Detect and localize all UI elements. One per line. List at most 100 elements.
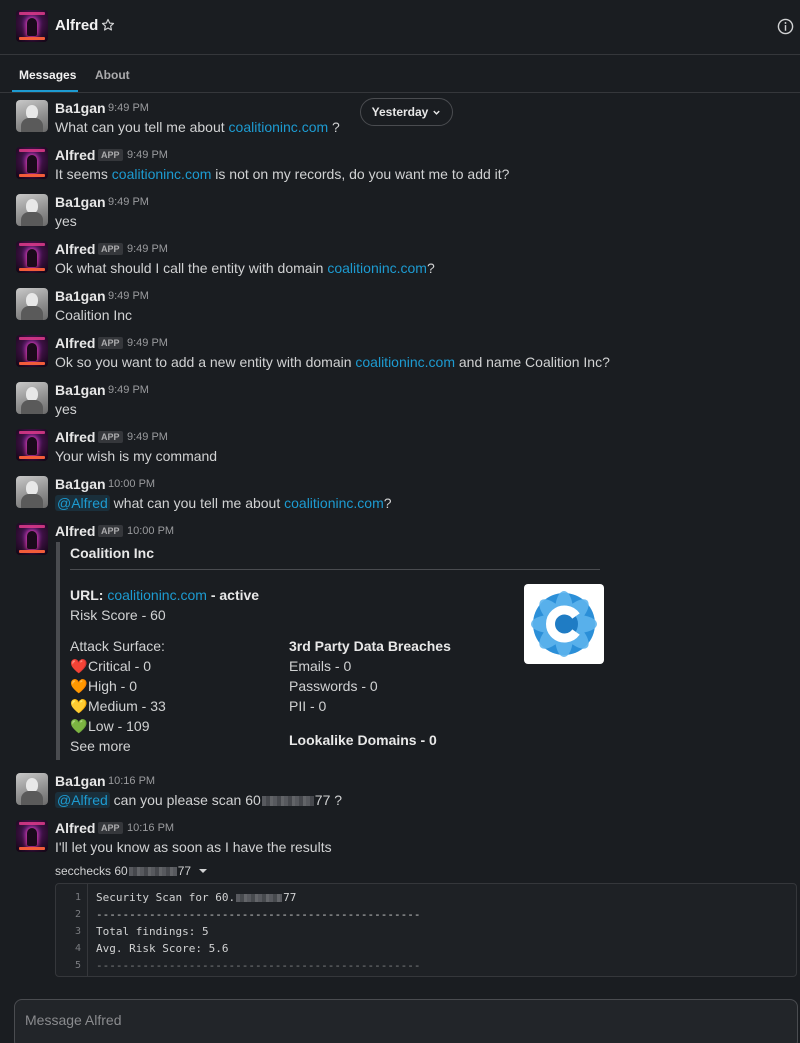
timestamp[interactable]: 9:49 PM bbox=[108, 290, 149, 302]
line-number: 1 bbox=[74, 892, 81, 903]
sender-name[interactable]: Ba1gan bbox=[55, 288, 106, 304]
caret-down-icon bbox=[199, 869, 208, 873]
message-text: Ok so you want to add a new entity with … bbox=[55, 354, 610, 370]
severity-low: 💚Low - 109 bbox=[70, 718, 150, 734]
line-number: 2 bbox=[74, 909, 81, 920]
domain-link[interactable]: coalitioninc.com bbox=[327, 260, 427, 276]
domain-link[interactable]: coalitioninc.com bbox=[112, 166, 212, 182]
app-badge: APP bbox=[98, 149, 123, 161]
sender-name[interactable]: Alfred bbox=[55, 429, 95, 445]
bot-avatar[interactable] bbox=[16, 10, 48, 42]
user-mention[interactable]: @Alfred bbox=[55, 495, 110, 511]
lookalike-domains: Lookalike Domains - 0 bbox=[289, 732, 437, 748]
tab-messages[interactable]: Messages bbox=[19, 68, 76, 82]
timestamp[interactable]: 10:00 PM bbox=[127, 525, 174, 537]
message-text: @Alfred can you please scan 60 77 ? bbox=[55, 792, 343, 808]
timestamp[interactable]: 9:49 PM bbox=[127, 149, 168, 161]
tab-about[interactable]: About bbox=[95, 68, 130, 82]
tab-bar: Messages About bbox=[0, 56, 800, 93]
timestamp[interactable]: 9:49 PM bbox=[108, 102, 149, 114]
timestamp[interactable]: 10:16 PM bbox=[108, 775, 155, 787]
domain-link[interactable]: coalitioninc.com bbox=[284, 495, 384, 511]
date-divider-button[interactable]: Yesterday bbox=[360, 98, 453, 126]
app-badge: APP bbox=[98, 822, 123, 834]
breach-emails: Emails - 0 bbox=[289, 658, 352, 674]
bot-avatar[interactable] bbox=[16, 429, 48, 461]
bot-avatar[interactable] bbox=[16, 523, 48, 555]
sender-name[interactable]: Ba1gan bbox=[55, 773, 106, 789]
url-line: URL: coalitioninc.com - active bbox=[70, 587, 260, 603]
app-badge: APP bbox=[98, 337, 123, 349]
sender-name[interactable]: Alfred bbox=[55, 335, 95, 351]
message-text: Your wish is my command bbox=[55, 448, 218, 464]
sender-name[interactable]: Ba1gan bbox=[55, 476, 106, 492]
coalition-logo-thumbnail[interactable] bbox=[524, 584, 604, 664]
star-icon[interactable] bbox=[101, 18, 115, 32]
attachment-divider bbox=[70, 569, 600, 570]
user-avatar[interactable] bbox=[16, 382, 48, 414]
code-line: Total findings: 5 bbox=[96, 925, 209, 938]
see-more-link[interactable]: See more bbox=[70, 738, 131, 754]
yellow-heart-icon: 💛 bbox=[70, 698, 88, 714]
bot-avatar[interactable] bbox=[16, 335, 48, 367]
timestamp[interactable]: 9:49 PM bbox=[127, 337, 168, 349]
app-badge: APP bbox=[98, 243, 123, 255]
info-icon[interactable] bbox=[777, 18, 794, 35]
line-number: 5 bbox=[74, 960, 81, 971]
domain-link[interactable]: coalitioninc.com bbox=[107, 587, 207, 603]
green-heart-icon: 💚 bbox=[70, 718, 88, 734]
line-number: 4 bbox=[74, 943, 81, 954]
code-line: ----------------------------------------… bbox=[96, 959, 421, 972]
sender-name[interactable]: Alfred bbox=[55, 147, 95, 163]
domain-link[interactable]: coalitioninc.com bbox=[229, 119, 329, 135]
message-text: It seems coalitioninc.com is not on my r… bbox=[55, 166, 510, 182]
risk-score: Risk Score - 60 bbox=[70, 607, 166, 623]
channel-title[interactable]: Alfred bbox=[55, 17, 98, 34]
sender-name[interactable]: Alfred bbox=[55, 523, 95, 539]
timestamp[interactable]: 9:49 PM bbox=[108, 384, 149, 396]
sender-name[interactable]: Ba1gan bbox=[55, 194, 106, 210]
entity-attachment: Coalition Inc URL: coalitioninc.com - ac… bbox=[56, 542, 606, 760]
bot-avatar[interactable] bbox=[16, 147, 48, 179]
code-line: Avg. Risk Score: 5.6 bbox=[96, 942, 229, 955]
severity-high: 🧡High - 0 bbox=[70, 678, 138, 694]
user-avatar[interactable] bbox=[16, 773, 48, 805]
timestamp[interactable]: 9:49 PM bbox=[127, 243, 168, 255]
user-mention[interactable]: @Alfred bbox=[55, 792, 110, 808]
severity-critical: ❤️Critical - 0 bbox=[70, 658, 152, 674]
timestamp[interactable]: 10:00 PM bbox=[108, 478, 155, 490]
date-label: Yesterday bbox=[371, 105, 429, 119]
line-gutter: 1 2 3 4 5 bbox=[56, 884, 88, 976]
line-number: 3 bbox=[74, 926, 81, 937]
message-text: I'll let you know as soon as I have the … bbox=[55, 839, 332, 855]
sender-name[interactable]: Alfred bbox=[55, 241, 95, 257]
sender-name[interactable]: Ba1gan bbox=[55, 382, 106, 398]
chevron-down-icon bbox=[433, 110, 441, 115]
message-text: What can you tell me about coalitioninc.… bbox=[55, 119, 340, 135]
domain-link[interactable]: coalitioninc.com bbox=[355, 354, 455, 370]
snippet-title[interactable]: secchecks 60 77 bbox=[55, 864, 208, 878]
user-avatar[interactable] bbox=[16, 194, 48, 226]
message-text: Ok what should I call the entity with do… bbox=[55, 260, 435, 276]
attachment-title: Coalition Inc bbox=[70, 545, 154, 561]
timestamp[interactable]: 9:49 PM bbox=[127, 431, 168, 443]
sender-name[interactable]: Ba1gan bbox=[55, 100, 106, 116]
severity-medium: 💛Medium - 33 bbox=[70, 698, 166, 714]
timestamp[interactable]: 10:16 PM bbox=[127, 822, 174, 834]
redacted-ip bbox=[236, 894, 283, 902]
code-snippet[interactable]: 1 2 3 4 5 Security Scan for 60. 77 ------… bbox=[55, 883, 797, 977]
channel-header: Alfred bbox=[0, 0, 800, 55]
timestamp[interactable]: 9:49 PM bbox=[108, 196, 149, 208]
bot-avatar[interactable] bbox=[16, 820, 48, 852]
bot-avatar[interactable] bbox=[16, 241, 48, 273]
user-avatar[interactable] bbox=[16, 288, 48, 320]
coalition-logo-icon bbox=[531, 591, 597, 657]
redacted-ip bbox=[261, 796, 314, 807]
user-avatar[interactable] bbox=[16, 476, 48, 508]
user-avatar[interactable] bbox=[16, 100, 48, 132]
active-tab-indicator bbox=[12, 90, 78, 92]
message-text: @Alfred what can you tell me about coali… bbox=[55, 495, 392, 511]
message-text: Coalition Inc bbox=[55, 307, 133, 323]
message-input[interactable] bbox=[25, 1010, 785, 1030]
sender-name[interactable]: Alfred bbox=[55, 820, 95, 836]
